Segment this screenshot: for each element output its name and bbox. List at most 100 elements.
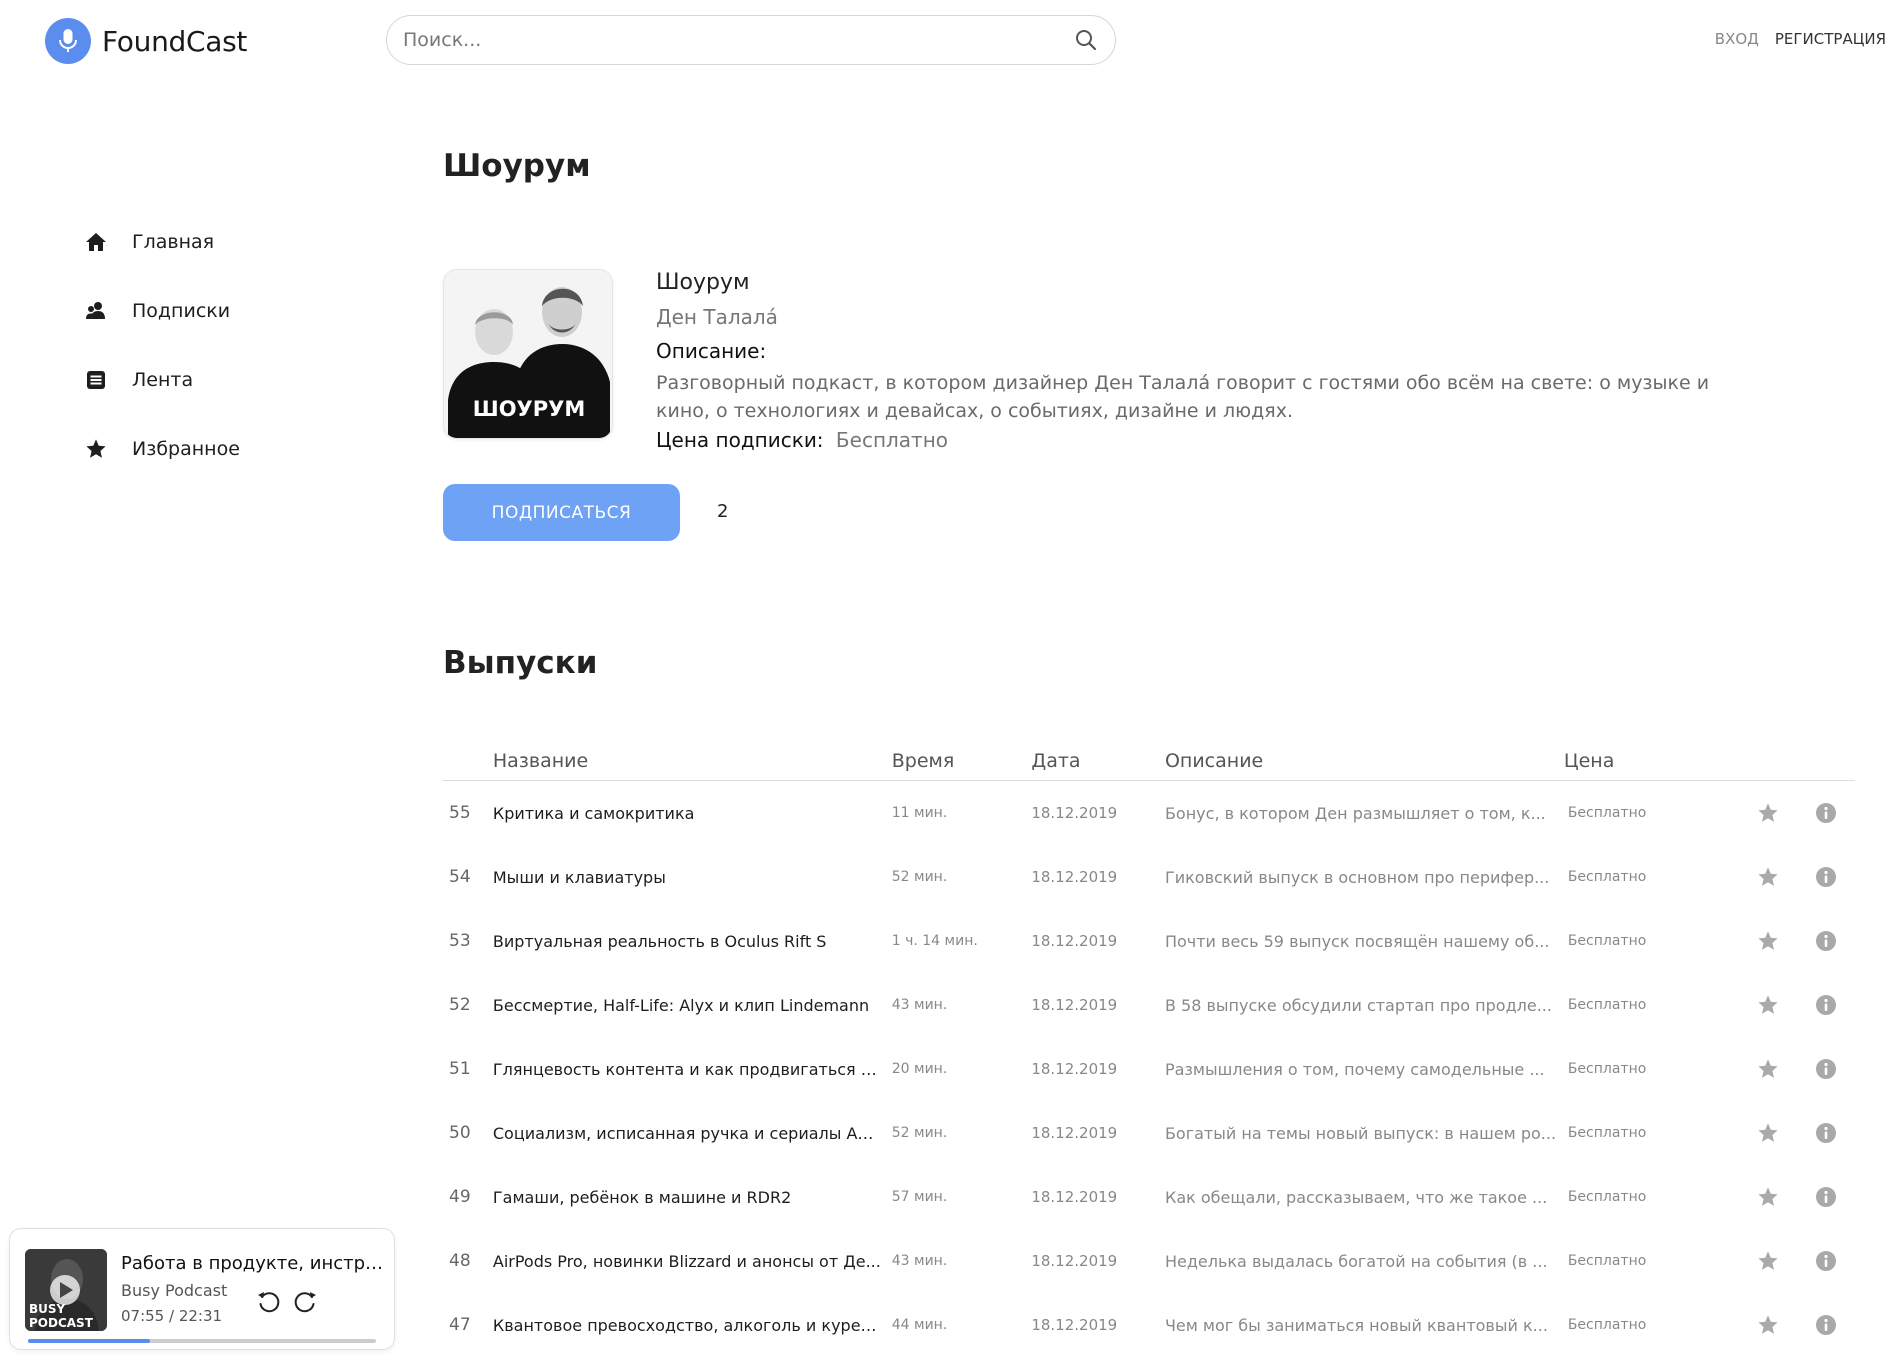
table-row[interactable]: 53 Виртуальная реальность в Oculus Rift S… — [443, 909, 1855, 973]
episode-number: 48 — [449, 1251, 471, 1271]
episode-title[interactable]: AirPods Pro, новинки Blizzard и анонсы о… — [493, 1252, 892, 1271]
info-icon[interactable] — [1797, 1186, 1855, 1208]
sidebar-item-feed[interactable]: Лента — [84, 360, 240, 400]
episode-title[interactable]: Глянцевость контента и как продвигаться … — [493, 1060, 892, 1079]
home-icon — [84, 230, 108, 254]
episode-title[interactable]: Квантовое превосходство, алкоголь и куре… — [493, 1316, 892, 1335]
feed-icon — [84, 368, 108, 392]
podcast-description: Разговорный подкаст, в котором дизайнер … — [656, 372, 1710, 422]
episode-description: Размышления о том, почему самодельные ..… — [1164, 1059, 1545, 1079]
favorite-star-icon[interactable] — [1739, 802, 1797, 824]
episode-title[interactable]: Бессмертие, Half-Life: Alyx и клип Linde… — [493, 996, 892, 1015]
favorite-star-icon[interactable] — [1739, 1122, 1797, 1144]
sidebar-nav: Главная Подписки Лента Избранное — [84, 222, 240, 498]
price-value: Бесплатно — [835, 428, 949, 452]
favorite-star-icon[interactable] — [1739, 1314, 1797, 1336]
episode-duration: 20 мин. — [891, 1061, 948, 1077]
episode-title[interactable]: Мыши и клавиатуры — [493, 868, 892, 887]
sidebar-item-favorites[interactable]: Избранное — [84, 429, 240, 469]
episode-duration: 44 мин. — [891, 1317, 948, 1333]
episode-number: 53 — [449, 931, 471, 951]
table-row[interactable]: 48 AirPods Pro, новинки Blizzard и анонсы… — [443, 1229, 1855, 1293]
podcast-cover: ШОУРУМ — [443, 269, 613, 439]
episode-title[interactable]: Виртуальная реальность в Oculus Rift S — [493, 932, 892, 951]
page-title: Шоурум — [443, 148, 591, 184]
info-icon[interactable] — [1797, 1122, 1855, 1144]
forward-icon[interactable] — [290, 1287, 320, 1317]
episode-duration: 11 мин. — [891, 805, 948, 821]
table-row[interactable]: 47 Квантовое превосходство, алкоголь и ку… — [443, 1293, 1855, 1355]
player-podcast-name: Busy Podcast — [121, 1281, 228, 1300]
info-icon[interactable] — [1797, 930, 1855, 952]
player-time: 07:55 / 22:31 — [121, 1307, 223, 1325]
info-icon[interactable] — [1797, 866, 1855, 888]
search-icon[interactable] — [1073, 27, 1099, 53]
favorite-star-icon[interactable] — [1739, 866, 1797, 888]
subscriber-count: 2 — [717, 501, 729, 522]
player-progress-fill — [28, 1339, 150, 1343]
search-box[interactable] — [386, 15, 1116, 65]
episode-date: 18.12.2019 — [1031, 1188, 1118, 1206]
episode-price: Бесплатно — [1567, 933, 1647, 949]
sidebar-item-subscriptions[interactable]: Подписки — [84, 291, 240, 331]
favorite-star-icon[interactable] — [1739, 1058, 1797, 1080]
favorite-star-icon[interactable] — [1739, 994, 1797, 1016]
player-progress-bar[interactable] — [28, 1339, 376, 1343]
info-icon[interactable] — [1797, 994, 1855, 1016]
column-price[interactable]: Цена — [1564, 750, 1740, 772]
podcast-name: Шоурум — [656, 270, 750, 295]
episode-description: Почти весь 59 выпуск посвящён нашему об.… — [1164, 931, 1550, 951]
episode-price: Бесплатно — [1567, 869, 1647, 885]
episode-date: 18.12.2019 — [1031, 1124, 1118, 1142]
table-row[interactable]: 55 Критика и самокритика 11 мин. 18.12.2019… — [443, 781, 1855, 845]
column-time[interactable]: Время — [892, 750, 1032, 772]
search-input[interactable] — [403, 29, 1073, 51]
favorite-star-icon[interactable] — [1739, 930, 1797, 952]
table-row[interactable]: 49 Гамаши, ребёнок в машине и RDR2 57 мин.… — [443, 1165, 1855, 1229]
episode-title[interactable]: Критика и самокритика — [493, 804, 892, 823]
info-icon[interactable] — [1797, 1314, 1855, 1336]
column-date[interactable]: Дата — [1031, 750, 1165, 772]
app-name: FoundCast — [102, 24, 248, 58]
column-description[interactable]: Описание — [1165, 750, 1564, 772]
column-title[interactable]: Название — [493, 750, 892, 772]
player-episode-title: Работа в продукте, инструменты и ... — [121, 1253, 386, 1274]
player-cover[interactable]: BUSY PODCAST — [25, 1249, 107, 1331]
sidebar-item-label: Подписки — [132, 300, 231, 322]
favorite-star-icon[interactable] — [1739, 1186, 1797, 1208]
sidebar-item-home[interactable]: Главная — [84, 222, 240, 262]
episode-description: Как обещали, рассказываем, что же такое … — [1164, 1187, 1548, 1207]
table-row[interactable]: 50 Социализм, исписанная ручка и сериалы … — [443, 1101, 1855, 1165]
episode-date: 18.12.2019 — [1031, 996, 1118, 1014]
episode-price: Бесплатно — [1567, 1253, 1647, 1269]
episode-title[interactable]: Гамаши, ребёнок в машине и RDR2 — [493, 1188, 892, 1207]
register-link[interactable]: РЕГИСТРАЦИЯ — [1775, 30, 1886, 48]
top-bar: FoundCast ВХОД РЕГИСТРАЦИЯ — [0, 0, 1904, 80]
favorite-star-icon[interactable] — [1739, 1250, 1797, 1272]
info-icon[interactable] — [1797, 1058, 1855, 1080]
login-link[interactable]: ВХОД — [1715, 30, 1759, 48]
episode-number: 52 — [449, 995, 471, 1015]
app-logo[interactable]: FoundCast — [45, 18, 247, 64]
table-row[interactable]: 51 Глянцевость контента и как продвигатьс… — [443, 1037, 1855, 1101]
rewind-icon[interactable] — [254, 1287, 284, 1317]
episode-description: Неделька выдалась богатой на события (в … — [1164, 1251, 1548, 1271]
table-row[interactable]: 54 Мыши и клавиатуры 52 мин. 18.12.2019 Гико… — [443, 845, 1855, 909]
episode-price: Бесплатно — [1567, 1189, 1647, 1205]
episode-price: Бесплатно — [1567, 805, 1647, 821]
mini-player[interactable]: BUSY PODCAST Работа в продукте, инструме… — [9, 1228, 395, 1350]
episode-number: 55 — [449, 803, 471, 823]
info-icon[interactable] — [1797, 802, 1855, 824]
episode-title[interactable]: Социализм, исписанная ручка и сериалы Ap… — [493, 1124, 892, 1143]
cover-title: ШОУРУМ — [473, 397, 585, 421]
table-header: Название Время Дата Описание Цена — [443, 741, 1855, 781]
subscription-price: Цена подписки: Бесплатно — [656, 428, 1766, 452]
subscribe-button[interactable]: ПОДПИСАТЬСЯ — [443, 484, 680, 541]
microphone-icon — [45, 18, 91, 64]
episode-price: Бесплатно — [1567, 1317, 1647, 1333]
episode-date: 18.12.2019 — [1031, 868, 1118, 886]
episode-duration: 43 мин. — [891, 997, 948, 1013]
info-icon[interactable] — [1797, 1250, 1855, 1272]
podcast-info: Шоурум Ден Талала́ Описание: Разговорный… — [656, 270, 1766, 452]
table-row[interactable]: 52 Бессмертие, Half-Life: Alyx и клип Lin… — [443, 973, 1855, 1037]
